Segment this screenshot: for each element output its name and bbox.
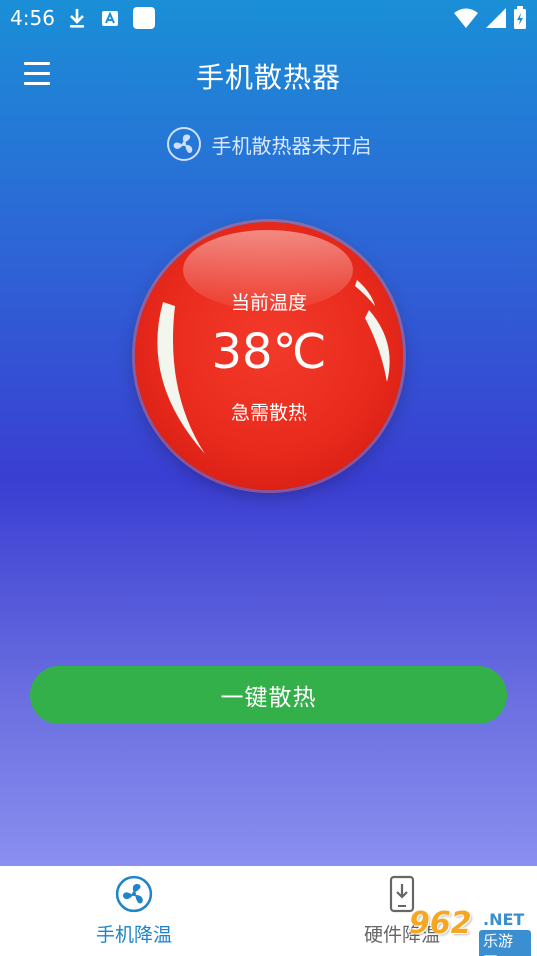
temperature-value: 38℃: [211, 324, 327, 380]
watermark-suffix: .NET: [483, 910, 525, 929]
fan-icon: [166, 127, 201, 161]
cooler-status: 手机散热器未开启: [0, 126, 537, 162]
temperature-label: 当前温度: [230, 292, 307, 314]
signal-icon: [486, 8, 506, 28]
app-bar: 手机散热器: [0, 36, 537, 116]
temperature-warning: 急需散热: [230, 402, 307, 424]
status-right: [453, 6, 527, 30]
a-icon: [102, 11, 118, 26]
download-icon: [70, 9, 84, 28]
watermark-logo: 962 .NET 乐游网: [405, 906, 531, 956]
fan-icon: [115, 875, 153, 913]
temperature-gauge: 当前温度 38℃ 急需散热: [135, 222, 403, 490]
watermark-sub: 乐游网: [479, 930, 531, 956]
nav-label-phone-cooling: 手机降温: [95, 924, 172, 946]
battery-icon: [514, 6, 526, 29]
status-time: 4:56: [10, 6, 55, 30]
app-screen: 4:56 手机散热器 手机散热器未开启 当前温度 38℃ 急需散热 一键散热: [0, 0, 537, 866]
app-title: 手机散热器: [195, 61, 341, 94]
wifi-icon: [454, 8, 478, 28]
nav-item-phone-cooling[interactable]: 手机降温: [0, 866, 268, 956]
cooler-status-text: 手机散热器未开启: [211, 133, 372, 158]
watermark-number: 962: [409, 906, 472, 941]
one-key-cool-button[interactable]: 一键散热: [30, 666, 507, 724]
status-bar: 4:56: [0, 0, 537, 36]
square-icon: [133, 7, 155, 29]
